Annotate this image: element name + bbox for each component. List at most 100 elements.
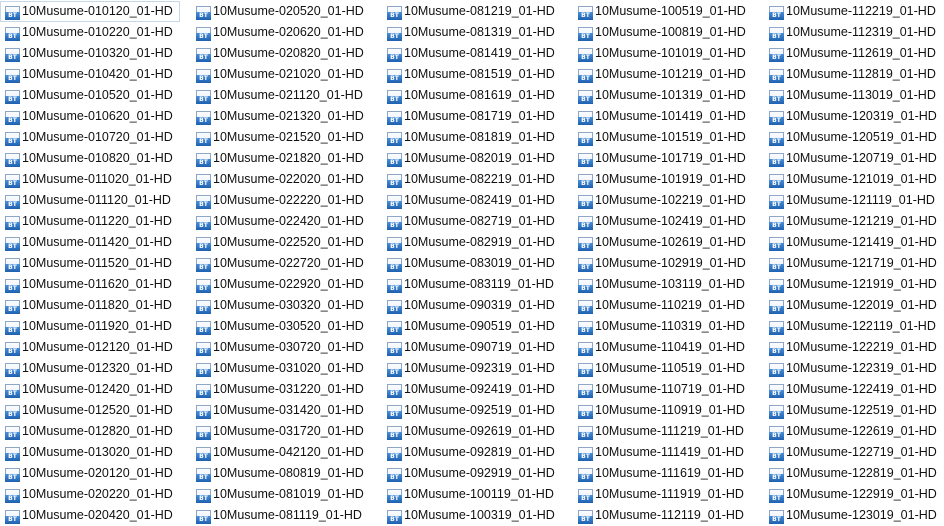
file-item[interactable]: BT 10Musume-092819_01-HD	[382, 442, 562, 463]
file-item[interactable]: BT 10Musume-101719_01-HD	[573, 148, 753, 169]
file-item[interactable]: BT 10Musume-121119_01-HD	[764, 190, 944, 211]
file-item[interactable]: BT 10Musume-081119_01-HD	[191, 505, 371, 526]
file-item[interactable]: BT 10Musume-022420_01-HD	[191, 211, 371, 232]
file-item[interactable]: BT 10Musume-080819_01-HD	[191, 463, 371, 484]
file-item[interactable]: BT 10Musume-090519_01-HD	[382, 316, 562, 337]
file-item[interactable]: BT 10Musume-081819_01-HD	[382, 127, 562, 148]
file-item[interactable]: BT 10Musume-020820_01-HD	[191, 43, 371, 64]
file-item[interactable]: BT 10Musume-011920_01-HD	[0, 316, 180, 337]
file-item[interactable]: BT 10Musume-021520_01-HD	[191, 127, 371, 148]
file-item[interactable]: BT 10Musume-122519_01-HD	[764, 400, 944, 421]
file-item[interactable]: BT 10Musume-112319_01-HD	[764, 22, 944, 43]
file-item[interactable]: BT 10Musume-031420_01-HD	[191, 400, 371, 421]
file-item[interactable]: BT 10Musume-020120_01-HD	[0, 463, 180, 484]
file-item[interactable]: BT 10Musume-092919_01-HD	[382, 463, 562, 484]
file-item[interactable]: BT 10Musume-122119_01-HD	[764, 316, 944, 337]
file-item[interactable]: BT 10Musume-111419_01-HD	[573, 442, 753, 463]
file-item[interactable]: BT 10Musume-012120_01-HD	[0, 337, 180, 358]
file-item[interactable]: BT 10Musume-010720_01-HD	[0, 127, 180, 148]
file-item[interactable]: BT 10Musume-112819_01-HD	[764, 64, 944, 85]
file-item[interactable]: BT 10Musume-102419_01-HD	[573, 211, 753, 232]
file-item[interactable]: BT 10Musume-012520_01-HD	[0, 400, 180, 421]
file-item[interactable]: BT 10Musume-120319_01-HD	[764, 106, 944, 127]
file-item[interactable]: BT 10Musume-112119_01-HD	[573, 505, 753, 526]
file-item[interactable]: BT 10Musume-081219_01-HD	[382, 1, 562, 22]
file-item[interactable]: BT 10Musume-010320_01-HD	[0, 43, 180, 64]
file-item[interactable]: BT 10Musume-022220_01-HD	[191, 190, 371, 211]
file-item[interactable]: BT 10Musume-011120_01-HD	[0, 190, 180, 211]
file-item[interactable]: BT 10Musume-031020_01-HD	[191, 358, 371, 379]
file-item[interactable]: BT 10Musume-020420_01-HD	[0, 505, 180, 526]
file-item[interactable]: BT 10Musume-090319_01-HD	[382, 295, 562, 316]
file-item[interactable]: BT 10Musume-101419_01-HD	[573, 106, 753, 127]
file-item[interactable]: BT 10Musume-081519_01-HD	[382, 64, 562, 85]
file-item[interactable]: BT 10Musume-122619_01-HD	[764, 421, 944, 442]
file-item[interactable]: BT 10Musume-110519_01-HD	[573, 358, 753, 379]
file-item[interactable]: BT 10Musume-020520_01-HD	[191, 1, 371, 22]
file-item[interactable]: BT 10Musume-010420_01-HD	[0, 64, 180, 85]
file-item[interactable]: BT 10Musume-030320_01-HD	[191, 295, 371, 316]
file-item[interactable]: BT 10Musume-122419_01-HD	[764, 379, 944, 400]
file-item[interactable]: BT 10Musume-010620_01-HD	[0, 106, 180, 127]
file-item[interactable]: BT 10Musume-081419_01-HD	[382, 43, 562, 64]
file-item[interactable]: BT 10Musume-092519_01-HD	[382, 400, 562, 421]
file-item[interactable]: BT 10Musume-102919_01-HD	[573, 253, 753, 274]
file-item[interactable]: BT 10Musume-030520_01-HD	[191, 316, 371, 337]
file-item[interactable]: BT 10Musume-112219_01-HD	[764, 1, 944, 22]
file-item[interactable]: BT 10Musume-081719_01-HD	[382, 106, 562, 127]
file-item[interactable]: BT 10Musume-121219_01-HD	[764, 211, 944, 232]
file-item[interactable]: BT 10Musume-010820_01-HD	[0, 148, 180, 169]
file-item[interactable]: BT 10Musume-100519_01-HD	[573, 1, 753, 22]
file-item[interactable]: BT 10Musume-092419_01-HD	[382, 379, 562, 400]
file-item[interactable]: BT 10Musume-110219_01-HD	[573, 295, 753, 316]
file-item[interactable]: BT 10Musume-020220_01-HD	[0, 484, 180, 505]
file-item[interactable]: BT 10Musume-081619_01-HD	[382, 85, 562, 106]
file-item[interactable]: BT 10Musume-101519_01-HD	[573, 127, 753, 148]
file-item[interactable]: BT 10Musume-122319_01-HD	[764, 358, 944, 379]
file-item[interactable]: BT 10Musume-101219_01-HD	[573, 64, 753, 85]
file-item[interactable]: BT 10Musume-083019_01-HD	[382, 253, 562, 274]
file-item[interactable]: BT 10Musume-122919_01-HD	[764, 484, 944, 505]
file-item[interactable]: BT 10Musume-010220_01-HD	[0, 22, 180, 43]
file-item[interactable]: BT 10Musume-101919_01-HD	[573, 169, 753, 190]
file-item[interactable]: BT 10Musume-121919_01-HD	[764, 274, 944, 295]
file-item[interactable]: BT 10Musume-110719_01-HD	[573, 379, 753, 400]
file-item[interactable]: BT 10Musume-082419_01-HD	[382, 190, 562, 211]
file-item[interactable]: BT 10Musume-021020_01-HD	[191, 64, 371, 85]
file-item[interactable]: BT 10Musume-082919_01-HD	[382, 232, 562, 253]
file-item[interactable]: BT 10Musume-121719_01-HD	[764, 253, 944, 274]
file-item[interactable]: BT 10Musume-111919_01-HD	[573, 484, 753, 505]
file-item[interactable]: BT 10Musume-012820_01-HD	[0, 421, 180, 442]
file-item[interactable]: BT 10Musume-121019_01-HD	[764, 169, 944, 190]
file-item[interactable]: BT 10Musume-122019_01-HD	[764, 295, 944, 316]
file-item[interactable]: BT 10Musume-031720_01-HD	[191, 421, 371, 442]
file-item[interactable]: BT 10Musume-122819_01-HD	[764, 463, 944, 484]
file-item[interactable]: BT 10Musume-102619_01-HD	[573, 232, 753, 253]
file-item[interactable]: BT 10Musume-011020_01-HD	[0, 169, 180, 190]
file-item[interactable]: BT 10Musume-120519_01-HD	[764, 127, 944, 148]
file-item[interactable]: BT 10Musume-010520_01-HD	[0, 85, 180, 106]
file-item[interactable]: BT 10Musume-081319_01-HD	[382, 22, 562, 43]
file-item[interactable]: BT 10Musume-121419_01-HD	[764, 232, 944, 253]
file-item[interactable]: BT 10Musume-110419_01-HD	[573, 337, 753, 358]
file-item[interactable]: BT 10Musume-022520_01-HD	[191, 232, 371, 253]
file-item[interactable]: BT 10Musume-031220_01-HD	[191, 379, 371, 400]
file-item[interactable]: BT 10Musume-113019_01-HD	[764, 85, 944, 106]
file-item[interactable]: BT 10Musume-123019_01-HD	[764, 505, 944, 526]
file-item[interactable]: BT 10Musume-102219_01-HD	[573, 190, 753, 211]
file-item[interactable]: BT 10Musume-011220_01-HD	[0, 211, 180, 232]
file-item[interactable]: BT 10Musume-010120_01-HD	[0, 1, 180, 22]
file-item[interactable]: BT 10Musume-013020_01-HD	[0, 442, 180, 463]
file-item[interactable]: BT 10Musume-021820_01-HD	[191, 148, 371, 169]
file-item[interactable]: BT 10Musume-082219_01-HD	[382, 169, 562, 190]
file-item[interactable]: BT 10Musume-011820_01-HD	[0, 295, 180, 316]
file-item[interactable]: BT 10Musume-111219_01-HD	[573, 421, 753, 442]
file-item[interactable]: BT 10Musume-100319_01-HD	[382, 505, 562, 526]
file-item[interactable]: BT 10Musume-110319_01-HD	[573, 316, 753, 337]
file-item[interactable]: BT 10Musume-110919_01-HD	[573, 400, 753, 421]
file-item[interactable]: BT 10Musume-011520_01-HD	[0, 253, 180, 274]
file-item[interactable]: BT 10Musume-101319_01-HD	[573, 85, 753, 106]
file-item[interactable]: BT 10Musume-011420_01-HD	[0, 232, 180, 253]
file-item[interactable]: BT 10Musume-012420_01-HD	[0, 379, 180, 400]
file-item[interactable]: BT 10Musume-012320_01-HD	[0, 358, 180, 379]
